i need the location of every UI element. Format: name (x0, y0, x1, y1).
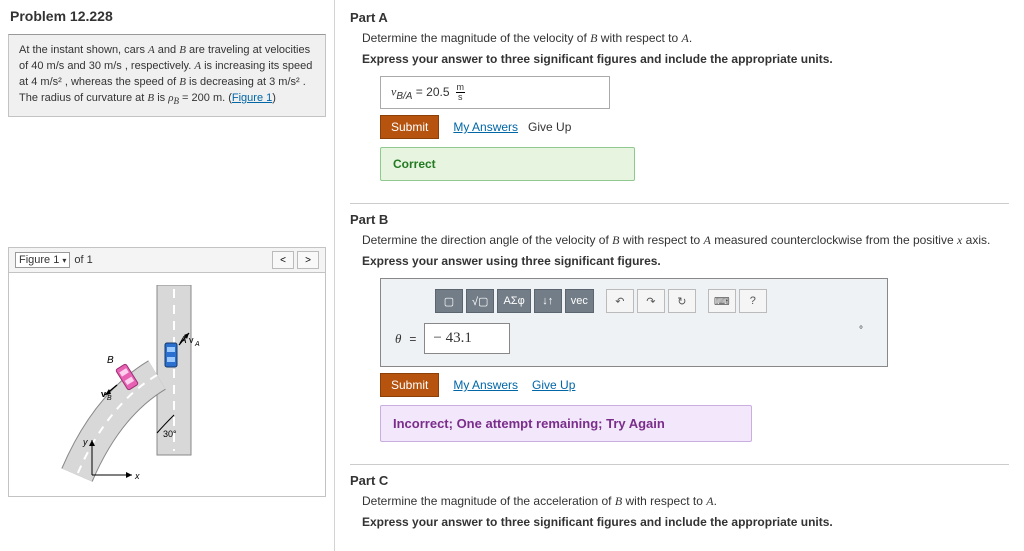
part-b-prompt: Determine the direction angle of the vel… (362, 233, 1009, 248)
problem-statement: At the instant shown, cars A and B are t… (8, 34, 326, 117)
unit: m/s² (40, 76, 61, 88)
degree-mark: ° (859, 325, 863, 336)
part-a: Part A Determine the magnitude of the ve… (350, 10, 1009, 181)
tool-reset-button[interactable]: ↻ (668, 289, 696, 313)
equals: = (409, 332, 416, 346)
label-angle: 30° (163, 429, 177, 439)
tool-sqrt-button[interactable]: √▢ (466, 289, 494, 313)
label-vb: v (101, 389, 106, 399)
part-a-answer-box: vB/A = 20.5ms (380, 76, 610, 109)
svg-text:B: B (107, 395, 112, 402)
tool-template-button[interactable]: ▢ (435, 289, 463, 313)
part-a-title: Part A (350, 10, 1009, 25)
svg-text:A: A (194, 341, 200, 348)
text: ) (272, 92, 276, 104)
text: is (154, 92, 168, 104)
part-a-instruction: Express your answer to three significant… (362, 52, 1009, 66)
figure-prev-button[interactable]: < (272, 251, 294, 269)
var-b: B (179, 44, 186, 56)
part-b-my-answers-link[interactable]: My Answers (453, 378, 518, 392)
figure-next-button[interactable]: > (297, 251, 319, 269)
part-b: Part B Determine the direction angle of … (350, 203, 1009, 442)
part-b-give-up-link[interactable]: Give Up (532, 378, 575, 392)
equation-row: θ = − 43.1 ° (395, 323, 877, 354)
figure-label: Figure 1 (19, 254, 59, 266)
var-a: A (148, 44, 155, 56)
text: and (155, 44, 179, 56)
var-b: B (179, 76, 186, 88)
label-a: A (179, 335, 187, 346)
part-a-submit-button[interactable]: Submit (380, 115, 439, 139)
text: At the instant shown, cars (19, 44, 148, 56)
part-b-submit-button[interactable]: Submit (380, 373, 439, 397)
label-b: B (107, 355, 114, 366)
text: , respectively. (122, 60, 195, 72)
text: and 30 (64, 60, 104, 72)
text: , whereas the speed of (62, 76, 179, 88)
part-a-feedback-correct: Correct (380, 147, 635, 181)
problem-title: Problem 12.228 (0, 0, 334, 34)
part-c-title: Part C (350, 464, 1009, 488)
unit: m (213, 92, 222, 104)
tool-greek-button[interactable]: ΑΣφ (497, 289, 530, 313)
part-a-actions: Submit My Answers Give Up (380, 115, 1009, 139)
text: = 200 (179, 92, 213, 104)
figure-selector[interactable]: Figure 1 ▾ (15, 252, 70, 268)
part-b-title: Part B (350, 203, 1009, 227)
part-c-instruction: Express your answer to three significant… (362, 515, 1009, 529)
part-b-instruction: Express your answer using three signific… (362, 254, 1009, 268)
tool-help-button[interactable]: ? (739, 289, 767, 313)
part-a-my-answers-link[interactable]: My Answers (453, 120, 518, 134)
figure-body: A v A B v B 30° x y (8, 272, 326, 497)
unit: m/s (47, 60, 65, 72)
tool-redo-button[interactable]: ↷ (637, 289, 665, 313)
part-c-prompt: Determine the magnitude of the accelerat… (362, 494, 1009, 509)
figure-header: Figure 1 ▾ of 1 < > (8, 247, 326, 272)
figure-count: of 1 (74, 254, 92, 266)
theta-label: θ (395, 331, 401, 347)
figure-link[interactable]: Figure 1 (232, 92, 272, 104)
part-a-give-up-link[interactable]: Give Up (528, 120, 571, 134)
part-c: Part C Determine the magnitude of the ac… (350, 464, 1009, 529)
text: . ( (222, 92, 232, 104)
left-column: Problem 12.228 At the instant shown, car… (0, 0, 335, 551)
part-b-actions: Submit My Answers Give Up (380, 373, 1009, 397)
unit: m/s (104, 60, 122, 72)
part-b-answer-input[interactable]: − 43.1 (424, 323, 510, 354)
tool-subscript-button[interactable]: ↓↑ (534, 289, 562, 313)
part-b-answer-palette: ▢ √▢ ΑΣφ ↓↑ vec ↶ ↷ ↻ ⌨ ? θ = − 43.1 (380, 278, 888, 367)
figure-panel: Figure 1 ▾ of 1 < > (8, 247, 326, 497)
text: is decreasing at 3 (186, 76, 278, 88)
axis-y: y (82, 437, 88, 447)
part-b-feedback-incorrect: Incorrect; One attempt remaining; Try Ag… (380, 405, 752, 442)
chevron-down-icon: ▾ (62, 256, 66, 265)
tool-vector-button[interactable]: vec (565, 289, 594, 313)
figure-illustration: A v A B v B 30° x y (47, 285, 287, 485)
tool-keyboard-button[interactable]: ⌨ (708, 289, 736, 313)
tool-undo-button[interactable]: ↶ (606, 289, 634, 313)
axis-x: x (134, 471, 140, 481)
part-a-prompt: Determine the magnitude of the velocity … (362, 31, 1009, 46)
unit: m/s² (278, 76, 299, 88)
label-va: v (189, 335, 194, 345)
right-column: Part A Determine the magnitude of the ve… (335, 0, 1024, 551)
equation-toolbar: ▢ √▢ ΑΣφ ↓↑ vec ↶ ↷ ↻ ⌨ ? (435, 289, 877, 313)
